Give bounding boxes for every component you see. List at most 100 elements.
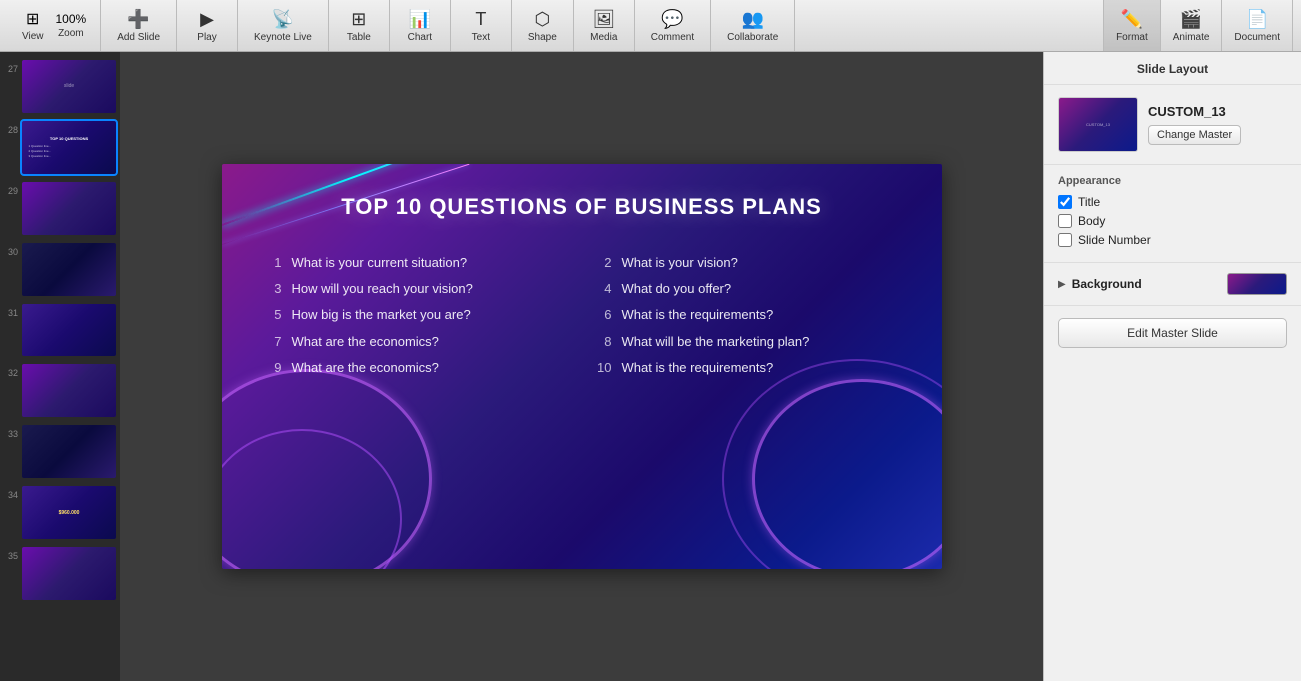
slide-item-text: What is the requirements?	[622, 306, 774, 324]
slide-num-34: 34	[4, 486, 18, 500]
slide-num-31: 31	[4, 304, 18, 318]
slide-item: 6What is the requirements?	[592, 306, 902, 324]
text-label: Text	[472, 32, 490, 43]
zoom-button[interactable]: 100% Zoom	[50, 8, 93, 43]
slide-thumb-28[interactable]: 28 TOP 10 QUESTIONS 1 Question line... 2…	[0, 117, 120, 178]
slide-item: 8What will be the marketing plan?	[592, 333, 902, 351]
slide-preview-31	[22, 304, 116, 357]
background-section: ▶ Background	[1044, 263, 1301, 306]
body-checkbox-row: Body	[1058, 214, 1287, 228]
slide-num-29: 29	[4, 182, 18, 196]
animate-tab[interactable]: 🎬 Animate	[1161, 0, 1223, 51]
play-icon: ▶	[200, 9, 214, 30]
add-slide-group: ➕ Add Slide	[101, 0, 177, 51]
add-slide-icon: ➕	[127, 9, 149, 30]
background-swatch[interactable]	[1227, 273, 1287, 295]
view-button[interactable]: ⊞ View	[16, 5, 50, 46]
text-button[interactable]: T Text	[459, 5, 503, 47]
table-button[interactable]: ⊞ Table	[337, 5, 381, 47]
add-slide-label: Add Slide	[117, 32, 160, 43]
slide-bg-31	[22, 304, 116, 357]
view-label: View	[22, 31, 44, 42]
background-row: ▶ Background	[1058, 273, 1287, 295]
slide-number-checkbox[interactable]	[1058, 233, 1072, 247]
document-icon: 📄	[1246, 9, 1268, 30]
chart-button[interactable]: 📊 Chart	[398, 5, 442, 47]
slide-thumb-34[interactable]: 34 $960.000	[0, 482, 120, 543]
chart-icon: 📊	[409, 9, 431, 30]
slide-bg-34: $960.000	[22, 486, 116, 539]
slide-panel: 27 slide 28 TOP 10 QUESTIONS 1 Question …	[0, 52, 120, 681]
change-master-button[interactable]: Change Master	[1148, 125, 1241, 145]
slide-item-text: What are the economics?	[292, 359, 439, 377]
slide-item-number: 9	[262, 359, 282, 375]
slide-num-27: 27	[4, 60, 18, 74]
slide-item-number: 3	[262, 280, 282, 296]
slide-thumb-31[interactable]: 31	[0, 300, 120, 361]
slide-preview-30	[22, 243, 116, 296]
slide-canvas: TOP 10 QUESTIONS OF BUSINESS PLANS 1What…	[222, 164, 942, 569]
keynote-live-button[interactable]: 📡 Keynote Live	[246, 5, 320, 47]
title-checkbox[interactable]	[1058, 195, 1072, 209]
format-label: Format	[1116, 32, 1148, 43]
text-group: T Text	[451, 0, 512, 51]
background-label: Background	[1072, 277, 1142, 291]
play-label: Play	[197, 32, 216, 43]
comment-icon: 💬	[661, 9, 683, 30]
play-button[interactable]: ▶ Play	[185, 5, 229, 47]
animate-label: Animate	[1173, 32, 1210, 43]
slide-bg-32	[22, 364, 116, 417]
slide-item-text: What is the requirements?	[622, 359, 774, 377]
slide-item-number: 8	[592, 333, 612, 349]
toolbar: ⊞ View 100% Zoom ➕ Add Slide ▶ Play 📡 Ke…	[0, 0, 1301, 52]
slide-preview-29	[22, 182, 116, 235]
layout-thumb-bg: CUSTOM_13	[1059, 98, 1137, 151]
slide-num-checkbox-row: Slide Number	[1058, 233, 1287, 247]
slide-thumb-32[interactable]: 32	[0, 360, 120, 421]
slide-preview-33	[22, 425, 116, 478]
collaborate-button[interactable]: 👥 Collaborate	[719, 5, 786, 47]
slide-preview-28: TOP 10 QUESTIONS 1 Question line... 2 Qu…	[22, 121, 116, 174]
slide-bg-29	[22, 182, 116, 235]
slide-thumb-29[interactable]: 29	[0, 178, 120, 239]
slide-item-number: 4	[592, 280, 612, 296]
keynote-live-label: Keynote Live	[254, 32, 312, 43]
edit-master-slide-button[interactable]: Edit Master Slide	[1058, 318, 1287, 348]
slide-num-32: 32	[4, 364, 18, 378]
add-slide-button[interactable]: ➕ Add Slide	[109, 5, 168, 47]
background-disclosure-icon[interactable]: ▶	[1058, 279, 1066, 290]
slide-item-text: What do you offer?	[622, 280, 732, 298]
slide-bg-30	[22, 243, 116, 296]
layout-thumb: CUSTOM_13	[1058, 97, 1138, 152]
slide-item-number: 10	[592, 359, 612, 375]
canvas-area[interactable]: TOP 10 QUESTIONS OF BUSINESS PLANS 1What…	[120, 52, 1043, 681]
main-area: 27 slide 28 TOP 10 QUESTIONS 1 Question …	[0, 52, 1301, 681]
slide-thumb-30[interactable]: 30	[0, 239, 120, 300]
format-icon: ✏️	[1121, 9, 1143, 30]
text-icon: T	[475, 9, 486, 30]
slide-thumb-35[interactable]: 35	[0, 543, 120, 604]
media-button[interactable]: 🖼 Media	[582, 5, 626, 47]
slide-thumb-33[interactable]: 33	[0, 421, 120, 482]
document-tab[interactable]: 📄 Document	[1222, 0, 1293, 51]
body-checkbox[interactable]	[1058, 214, 1072, 228]
zoom-icon: 100%	[56, 12, 87, 26]
view-icon: ⊞	[26, 9, 39, 29]
slide-item: 2What is your vision?	[592, 254, 902, 272]
slide-item-number: 5	[262, 306, 282, 322]
table-label: Table	[347, 32, 371, 43]
slide-item: 3How will you reach your vision?	[262, 280, 572, 298]
media-group: 🖼 Media	[574, 0, 635, 51]
slide-content: 1What is your current situation?2What is…	[262, 254, 902, 377]
comment-button[interactable]: 💬 Comment	[643, 5, 702, 47]
title-checkbox-label: Title	[1078, 195, 1100, 209]
animate-icon: 🎬	[1180, 9, 1202, 30]
slide-item-text: How big is the market you are?	[292, 306, 471, 324]
slide-bg-33	[22, 425, 116, 478]
slide-number-checkbox-label: Slide Number	[1078, 233, 1151, 247]
format-tab[interactable]: ✏️ Format	[1104, 0, 1161, 51]
slide-thumb-27[interactable]: 27 slide	[0, 56, 120, 117]
zoom-label: Zoom	[58, 28, 84, 39]
slide-item-number: 2	[592, 254, 612, 270]
shape-button[interactable]: ⬡ Shape	[520, 5, 565, 47]
